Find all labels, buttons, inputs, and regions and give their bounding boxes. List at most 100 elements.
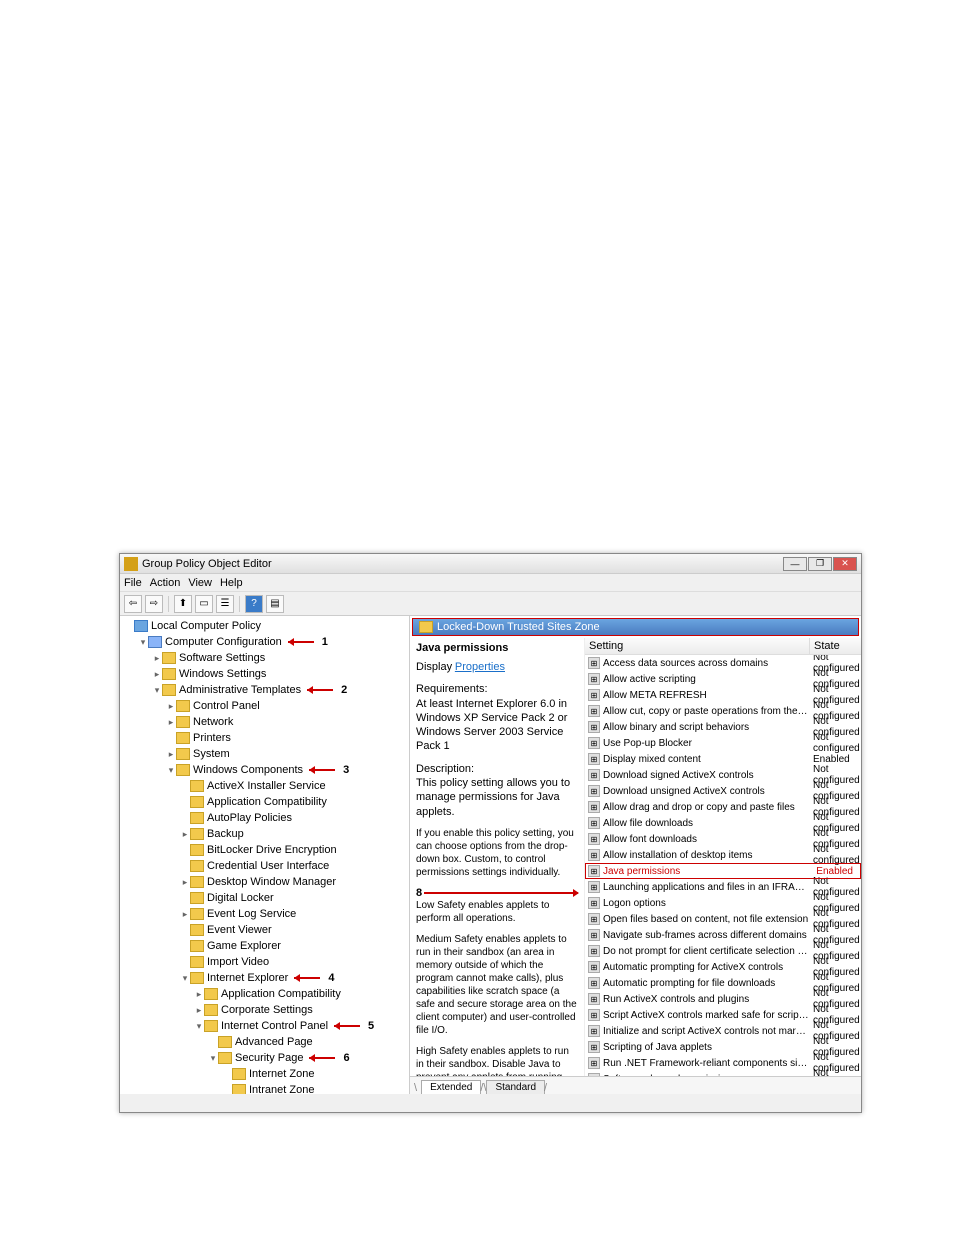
tree-item[interactable]: ActiveX Installer Service xyxy=(120,778,409,794)
tree-label: Network xyxy=(193,716,233,728)
expander-icon[interactable]: ▾ xyxy=(166,765,176,775)
expander-icon[interactable] xyxy=(180,861,190,871)
tree-item[interactable]: Internet Zone xyxy=(120,1066,409,1082)
filter-icon[interactable]: ▤ xyxy=(266,595,284,613)
expander-icon[interactable] xyxy=(180,925,190,935)
tree-label: Administrative Templates xyxy=(179,684,301,696)
folder-icon xyxy=(190,812,204,824)
setting-name: Allow active scripting xyxy=(603,674,809,685)
tree-item[interactable]: ▾Security Page6 xyxy=(120,1050,409,1066)
forward-icon[interactable]: ⇨ xyxy=(145,595,163,613)
folder-icon xyxy=(190,908,204,920)
expander-icon[interactable] xyxy=(222,1069,232,1079)
tree-item[interactable]: Event Viewer xyxy=(120,922,409,938)
tree-item[interactable]: ▸Control Panel xyxy=(120,698,409,714)
tree-label: Windows Components xyxy=(193,764,303,776)
tree-item[interactable]: Advanced Page xyxy=(120,1034,409,1050)
expander-icon[interactable]: ▸ xyxy=(180,877,190,887)
tree-item[interactable]: ▸Corporate Settings xyxy=(120,1002,409,1018)
expander-icon[interactable]: ▾ xyxy=(208,1053,218,1063)
col-setting[interactable]: Setting xyxy=(585,638,810,654)
expander-icon[interactable]: ▸ xyxy=(180,909,190,919)
tree-item[interactable]: ▸Windows Settings xyxy=(120,666,409,682)
expander-icon[interactable] xyxy=(180,781,190,791)
expander-icon[interactable]: ▸ xyxy=(166,717,176,727)
expander-icon[interactable] xyxy=(180,941,190,951)
tree-item[interactable]: Game Explorer xyxy=(120,938,409,954)
expander-icon[interactable]: ▸ xyxy=(166,749,176,759)
expander-icon[interactable]: ▸ xyxy=(152,653,162,663)
expander-icon[interactable] xyxy=(222,1085,232,1094)
expander-icon[interactable]: ▸ xyxy=(152,669,162,679)
expander-icon[interactable] xyxy=(180,893,190,903)
menu-file[interactable]: File xyxy=(124,577,142,589)
properties-icon[interactable]: ☰ xyxy=(216,595,234,613)
tree-item[interactable]: AutoPlay Policies xyxy=(120,810,409,826)
tab-standard[interactable]: Standard xyxy=(486,1080,545,1094)
tree-item[interactable]: ▾Internet Explorer4 xyxy=(120,970,409,986)
tab-extended[interactable]: Extended xyxy=(421,1080,481,1094)
back-icon[interactable]: ⇦ xyxy=(124,595,142,613)
menu-help[interactable]: Help xyxy=(220,577,243,589)
tree-item[interactable]: Digital Locker xyxy=(120,890,409,906)
properties-link[interactable]: Properties xyxy=(455,661,505,673)
setting-name: Allow drag and drop or copy and paste fi… xyxy=(603,802,809,813)
desc-text-4: Medium Safety enables applets to run in … xyxy=(416,933,578,1037)
setting-row[interactable]: ⊞Use Pop-up BlockerNot configured xyxy=(585,735,861,751)
tree-label: Internet Explorer xyxy=(207,972,288,984)
up-icon[interactable]: ⬆ xyxy=(174,595,192,613)
callout-arrow-icon xyxy=(292,972,326,984)
tree-item[interactable]: Credential User Interface xyxy=(120,858,409,874)
tree-item[interactable]: ▸System xyxy=(120,746,409,762)
tree-item[interactable]: Application Compatibility xyxy=(120,794,409,810)
list-header[interactable]: Setting State xyxy=(585,638,861,655)
folder-icon xyxy=(190,972,204,984)
tree-item[interactable]: ▸Software Settings xyxy=(120,650,409,666)
folder-icon xyxy=(190,828,204,840)
expander-icon[interactable] xyxy=(180,797,190,807)
expander-icon[interactable] xyxy=(124,621,134,631)
tree-item[interactable]: BitLocker Drive Encryption xyxy=(120,842,409,858)
expander-icon[interactable] xyxy=(180,813,190,823)
expander-icon[interactable]: ▾ xyxy=(194,1021,204,1031)
tree-item[interactable]: ▸Application Compatibility xyxy=(120,986,409,1002)
menu-action[interactable]: Action xyxy=(150,577,181,589)
close-button[interactable]: ✕ xyxy=(833,557,857,571)
expander-icon[interactable] xyxy=(180,957,190,967)
expander-icon[interactable] xyxy=(208,1037,218,1047)
tree-item[interactable]: ▾Administrative Templates2 xyxy=(120,682,409,698)
maximize-button[interactable]: ❐ xyxy=(808,557,832,571)
menu-view[interactable]: View xyxy=(188,577,212,589)
tree-item[interactable]: ▾Windows Components3 xyxy=(120,762,409,778)
expander-icon[interactable]: ▸ xyxy=(166,701,176,711)
expander-icon[interactable]: ▾ xyxy=(152,685,162,695)
show-hide-tree-icon[interactable]: ▭ xyxy=(195,595,213,613)
folder-icon xyxy=(190,796,204,808)
settings-list[interactable]: Setting State ⊞Access data sources acros… xyxy=(585,638,861,1076)
tree-item[interactable]: Intranet Zone xyxy=(120,1082,409,1094)
expander-icon[interactable]: ▸ xyxy=(194,989,204,999)
tree-item[interactable]: ▾Computer Configuration1 xyxy=(120,634,409,650)
setting-row[interactable]: ⊞Allow installation of desktop itemsNot … xyxy=(585,847,861,863)
tree-item[interactable]: ▾Internet Control Panel5 xyxy=(120,1018,409,1034)
tree-item[interactable]: Printers xyxy=(120,730,409,746)
folder-icon xyxy=(190,780,204,792)
setting-icon: ⊞ xyxy=(588,705,600,717)
tree-item[interactable]: Local Computer Policy xyxy=(120,618,409,634)
expander-icon[interactable]: ▾ xyxy=(138,637,148,647)
titlebar[interactable]: Group Policy Object Editor — ❐ ✕ xyxy=(120,554,861,574)
expander-icon[interactable]: ▾ xyxy=(180,973,190,983)
tree-item[interactable]: ▸ Network xyxy=(120,714,409,730)
expander-icon[interactable] xyxy=(166,733,176,743)
tree-item[interactable]: ▸Backup xyxy=(120,826,409,842)
expander-icon[interactable] xyxy=(180,845,190,855)
minimize-button[interactable]: — xyxy=(783,557,807,571)
tree-pane[interactable]: Local Computer Policy▾Computer Configura… xyxy=(120,616,410,1094)
tree-item[interactable]: ▸Desktop Window Manager xyxy=(120,874,409,890)
help-icon[interactable]: ? xyxy=(245,595,263,613)
tree-item[interactable]: ▸Event Log Service xyxy=(120,906,409,922)
expander-icon[interactable]: ▸ xyxy=(194,1005,204,1015)
tree-item[interactable]: Import Video xyxy=(120,954,409,970)
expander-icon[interactable]: ▸ xyxy=(180,829,190,839)
col-state[interactable]: State xyxy=(810,638,861,654)
